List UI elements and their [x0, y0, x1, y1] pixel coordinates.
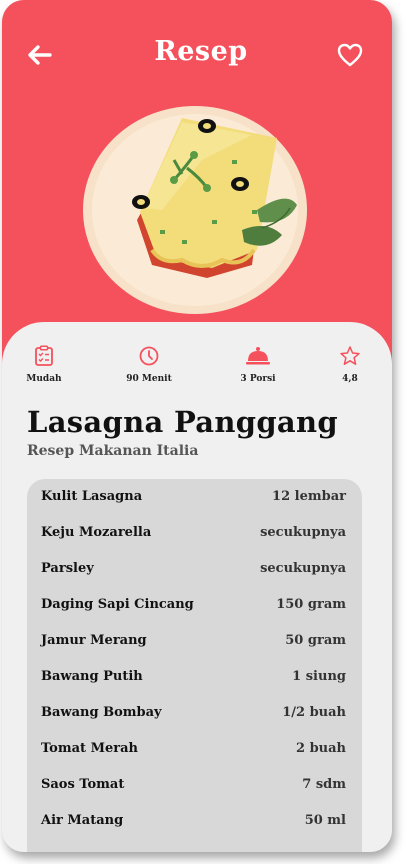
ingredient-quantity: 50 gram: [285, 633, 346, 648]
ingredient-name: Air Matang: [41, 813, 124, 828]
stat-rating-label: 4,8: [342, 374, 358, 384]
stat-rating: 4,8: [315, 345, 385, 384]
star-outline-icon: [340, 346, 360, 365]
ingredient-quantity: 12 lembar: [272, 489, 346, 504]
serving-cloche-icon: [246, 347, 270, 365]
favorite-button[interactable]: [335, 40, 365, 70]
ingredient-name: Saos Tomat: [41, 777, 125, 792]
list-item: Saos Tomat 7 sdm: [27, 767, 362, 803]
ingredient-name: Tomat Merah: [41, 741, 138, 756]
ingredient-quantity: secukupnya: [260, 561, 346, 576]
ingredient-name: Jamur Merang: [41, 633, 147, 648]
ingredient-name: Kulit Lasagna: [41, 489, 143, 504]
ingredient-quantity: 1 siung: [292, 669, 346, 684]
heart-outline-icon: [337, 43, 363, 67]
list-item: Tomat Merah 2 buah: [27, 731, 362, 767]
lasagna-dish-image: [82, 100, 312, 315]
ingredients-list: Kulit Lasagna 12 lembar Keju Mozarella s…: [27, 479, 362, 852]
ingredient-quantity: 50 ml: [304, 813, 346, 828]
recipe-stats: Mudah 90 Menit 3 Porsi 4,8: [2, 345, 392, 395]
list-item: Air Matang 50 ml: [27, 803, 362, 839]
ingredient-name: Bawang Bombay: [41, 705, 162, 720]
ingredient-name: Bawang Putih: [41, 669, 143, 684]
stat-servings-label: 3 Porsi: [240, 374, 276, 384]
stat-servings: 3 Porsi: [223, 345, 293, 384]
ingredient-quantity: 150 gram: [276, 597, 346, 612]
ingredient-name: Daging Sapi Cincang: [41, 597, 194, 612]
list-item: Kulit Lasagna 12 lembar: [27, 479, 362, 515]
stat-duration-label: 90 Menit: [126, 374, 172, 384]
page-title: Resep: [154, 36, 248, 67]
ingredient-quantity: secukupnya: [260, 525, 346, 540]
list-item: Jamur Merang 50 gram: [27, 623, 362, 659]
ingredient-quantity: 2 buah: [296, 741, 346, 756]
top-bar: Resep: [2, 30, 392, 78]
list-item: Parsley secukupnya: [27, 551, 362, 587]
recipe-title: Lasagna Panggang: [27, 405, 338, 439]
clock-icon: [139, 346, 159, 366]
ingredient-quantity: 7 sdm: [302, 777, 346, 792]
list-item: Bawang Putih 1 siung: [27, 659, 362, 695]
ingredient-name: Parsley: [41, 561, 94, 576]
recipe-subtitle: Resep Makanan Italia: [27, 443, 199, 459]
ingredient-name: Keju Mozarella: [41, 525, 152, 540]
list-item: Bawang Bombay 1/2 buah: [27, 695, 362, 731]
clipboard-checklist-icon: [35, 345, 53, 366]
list-item: Keju Mozarella secukupnya: [27, 515, 362, 551]
stat-difficulty: Mudah: [9, 345, 79, 384]
stat-difficulty-label: Mudah: [26, 374, 62, 384]
ingredient-quantity: 1/2 buah: [282, 705, 346, 720]
phone-frame: Resep Mudah 90 Menit 3 Porsi 4,8 Lasagna…: [2, 0, 392, 852]
list-item: Daging Sapi Cincang 150 gram: [27, 587, 362, 623]
stat-duration: 90 Menit: [114, 345, 184, 384]
